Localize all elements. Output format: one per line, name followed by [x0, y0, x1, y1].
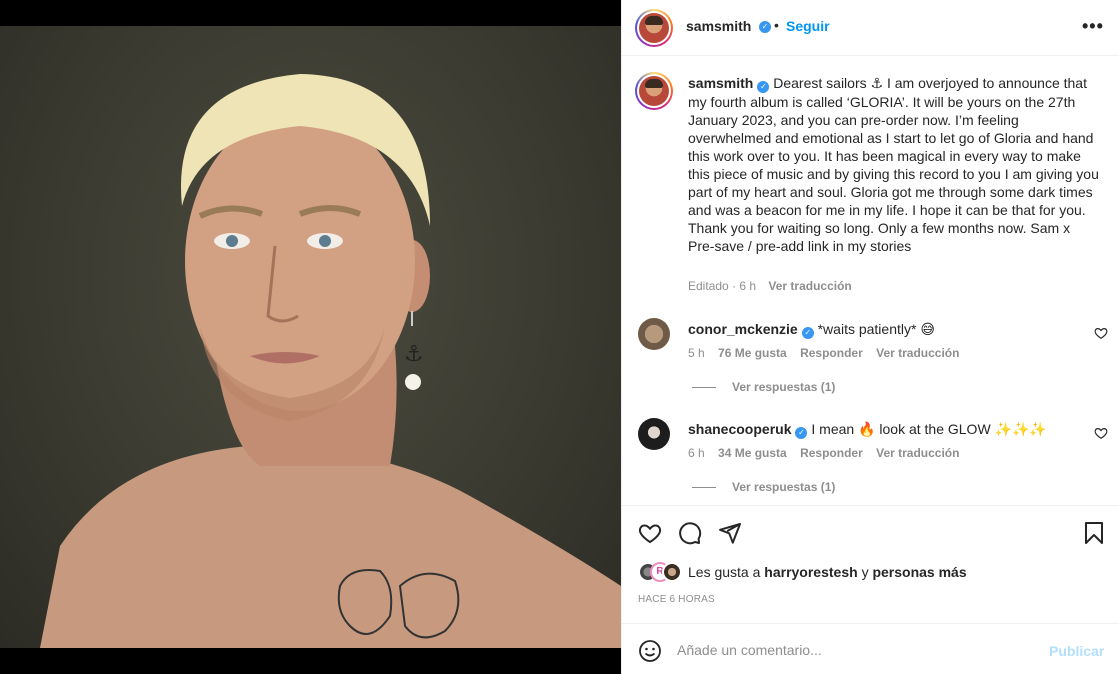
comment-input[interactable]	[677, 642, 1037, 658]
likes-others-link[interactable]: personas más	[872, 564, 966, 580]
liker-username[interactable]: harryorestesh	[764, 564, 857, 580]
view-replies-button[interactable]: Ver respuestas (1)	[692, 480, 835, 494]
comment-text: shanecooperuk ✓ I mean 🔥 look at the GLOW…	[688, 421, 1047, 439]
caption-translate-link[interactable]: Ver traducción	[768, 279, 851, 293]
heart-icon[interactable]	[638, 521, 662, 545]
comment-icon[interactable]	[678, 521, 702, 545]
add-comment-bar: Publicar	[622, 623, 1119, 674]
post-actions-section: R Les gusta a harryorestesh y personas m…	[622, 505, 1119, 674]
comment-heart-icon[interactable]	[1094, 326, 1108, 340]
likes-summary: R Les gusta a harryorestesh y personas m…	[638, 562, 967, 582]
caption-text: samsmith ✓ Dearest sailors ⚓ I am overjoy…	[688, 74, 1103, 255]
reply-button[interactable]: Responder	[800, 346, 863, 360]
follow-button[interactable]: Seguir	[786, 18, 830, 34]
likes-text: Les gusta a harryorestesh y personas más	[688, 564, 967, 580]
emoji-icon[interactable]	[638, 639, 662, 663]
comment-meta: 5 h 76 Me gusta Responder Ver traducción	[688, 346, 969, 360]
caption-username[interactable]: samsmith	[688, 75, 753, 91]
comment-translate-link[interactable]: Ver traducción	[876, 446, 959, 460]
caption-body-2: Pre-save / pre-add link in my stories	[688, 238, 912, 254]
comment-text: conor_mckenzie ✓ *waits patiently* 😅	[688, 321, 935, 339]
verified-badge-icon: ✓	[795, 427, 808, 439]
comment-username[interactable]: shanecooperuk	[688, 421, 791, 437]
share-icon[interactable]	[718, 521, 742, 545]
post-timestamp[interactable]: HACE 6 HORAS	[638, 594, 715, 605]
post-media-pane: ⚓	[0, 0, 621, 674]
comment-avatar[interactable]	[638, 318, 670, 350]
more-options-icon[interactable]: •••	[1082, 17, 1104, 35]
comment-time: 5 h	[688, 346, 705, 360]
verified-badge-icon: ✓	[801, 327, 814, 339]
author-avatar[interactable]	[635, 9, 673, 47]
view-replies-button[interactable]: Ver respuestas (1)	[692, 380, 835, 394]
caption-edited-time: Editado · 6 h	[688, 279, 757, 293]
comment-username[interactable]: conor_mckenzie	[688, 321, 798, 337]
comment-translate-link[interactable]: Ver traducción	[876, 346, 959, 360]
author-username[interactable]: samsmith	[686, 18, 751, 34]
portrait-illustration: ⚓	[40, 74, 621, 648]
verified-badge-icon: ✓	[759, 21, 771, 33]
comment-likes[interactable]: 34 Me gusta	[718, 446, 787, 460]
comment-avatar[interactable]	[638, 418, 670, 450]
svg-text:⚓: ⚓	[404, 341, 424, 366]
comment-likes[interactable]: 76 Me gusta	[718, 346, 787, 360]
verified-badge-icon: ✓	[757, 81, 770, 93]
bookmark-icon[interactable]	[1082, 521, 1106, 545]
caption-body: Dearest sailors ⚓ I am overjoyed to anno…	[688, 75, 1099, 236]
post-side-panel: samsmith ✓ • Seguir ••• samsmith ✓ Deares…	[621, 0, 1119, 674]
comment-time: 6 h	[688, 446, 705, 460]
post-photo[interactable]: ⚓	[0, 26, 621, 648]
comment-body: *waits patiently* 😅	[817, 321, 935, 337]
reply-button[interactable]: Responder	[800, 446, 863, 460]
post-header: samsmith ✓ • Seguir •••	[622, 0, 1119, 56]
comment-body: I mean 🔥 look at the GLOW ✨✨✨	[811, 421, 1047, 437]
caption-avatar[interactable]	[635, 72, 673, 110]
caption-meta: Editado · 6 h Ver traducción	[688, 279, 852, 293]
header-separator: •	[774, 17, 779, 33]
comment-meta: 6 h 34 Me gusta Responder Ver traducción	[688, 446, 969, 460]
liker-avatar	[662, 562, 682, 582]
publish-button[interactable]: Publicar	[1049, 643, 1104, 659]
comment-heart-icon[interactable]	[1094, 426, 1108, 440]
